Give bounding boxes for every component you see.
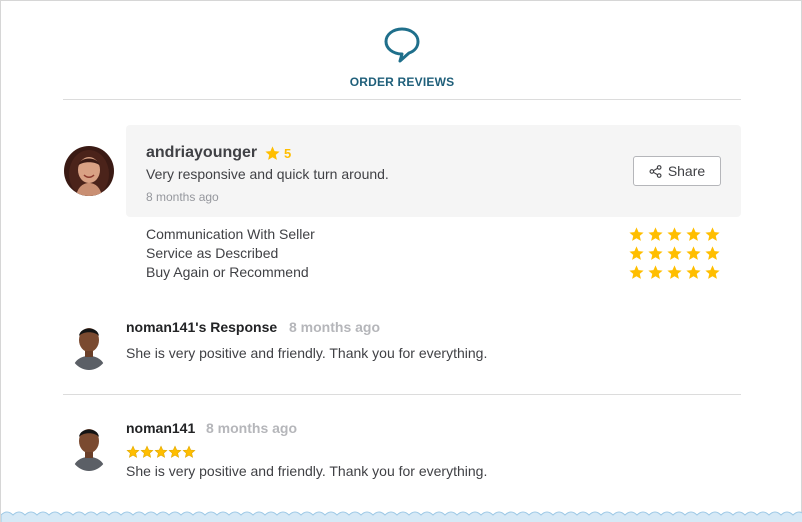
star-icon	[667, 246, 682, 260]
star-icon	[126, 445, 140, 458]
response-text: She is very positive and friendly. Thank…	[126, 345, 488, 361]
star-icon	[686, 246, 701, 260]
star-icon	[705, 265, 720, 279]
second-reviewer-avatar[interactable]	[68, 419, 110, 471]
share-label: Share	[667, 163, 706, 179]
section-title: ORDER REVIEWS	[349, 75, 455, 89]
share-icon	[649, 164, 662, 178]
rating-breakdown: Communication With Seller Service as Des…	[146, 226, 726, 283]
star-icon	[648, 265, 663, 279]
criteria-row: Service as Described	[146, 245, 726, 264]
star-icon	[629, 265, 644, 279]
star-icon	[629, 246, 644, 260]
review-time: 8 months ago	[146, 190, 219, 204]
divider	[63, 394, 741, 395]
reviews-header: ORDER REVIEWS	[1, 25, 802, 89]
star-icon	[168, 445, 182, 458]
second-reviewer-name[interactable]: noman141	[126, 420, 195, 436]
response-title: noman141's Response	[126, 319, 278, 335]
review-card: andriayounger 5 Very responsive and quic…	[126, 125, 741, 217]
star-icon	[182, 445, 196, 458]
second-review-time: 8 months ago	[206, 420, 298, 436]
criteria-label: Service as Described	[146, 245, 279, 261]
criteria-row: Communication With Seller	[146, 226, 726, 245]
score-value: 5	[284, 146, 292, 161]
reviewer-avatar[interactable]	[64, 146, 114, 196]
star-icon	[140, 445, 154, 458]
star-icon	[686, 265, 701, 279]
speech-bubble-icon	[384, 27, 420, 63]
star-icon	[265, 146, 280, 160]
star-icon	[648, 227, 663, 241]
seller-avatar[interactable]	[68, 318, 110, 370]
reviewer-name[interactable]: andriayounger	[146, 144, 257, 162]
criteria-stars	[628, 264, 721, 281]
star-icon	[686, 227, 701, 241]
star-icon	[629, 227, 644, 241]
criteria-label: Communication With Seller	[146, 226, 315, 242]
star-icon	[648, 246, 663, 260]
criteria-stars	[628, 245, 721, 262]
wave-divider	[1, 511, 802, 522]
share-button[interactable]: Share	[633, 156, 721, 186]
divider	[63, 99, 741, 100]
reviews-panel: ORDER REVIEWS andriayounger 5 Very respo…	[0, 0, 802, 522]
second-review-text: She is very positive and friendly. Thank…	[126, 463, 488, 479]
review-score: 5	[264, 145, 291, 162]
star-icon	[705, 227, 720, 241]
star-icon	[705, 246, 720, 260]
criteria-row: Buy Again or Recommend	[146, 264, 726, 283]
star-icon	[667, 265, 682, 279]
response-time: 8 months ago	[289, 319, 381, 335]
star-icon	[667, 227, 682, 241]
criteria-stars	[628, 226, 721, 243]
criteria-label: Buy Again or Recommend	[146, 264, 309, 280]
star-icon	[154, 445, 168, 458]
second-review-stars	[126, 445, 196, 459]
review-text: Very responsive and quick turn around.	[146, 166, 389, 182]
